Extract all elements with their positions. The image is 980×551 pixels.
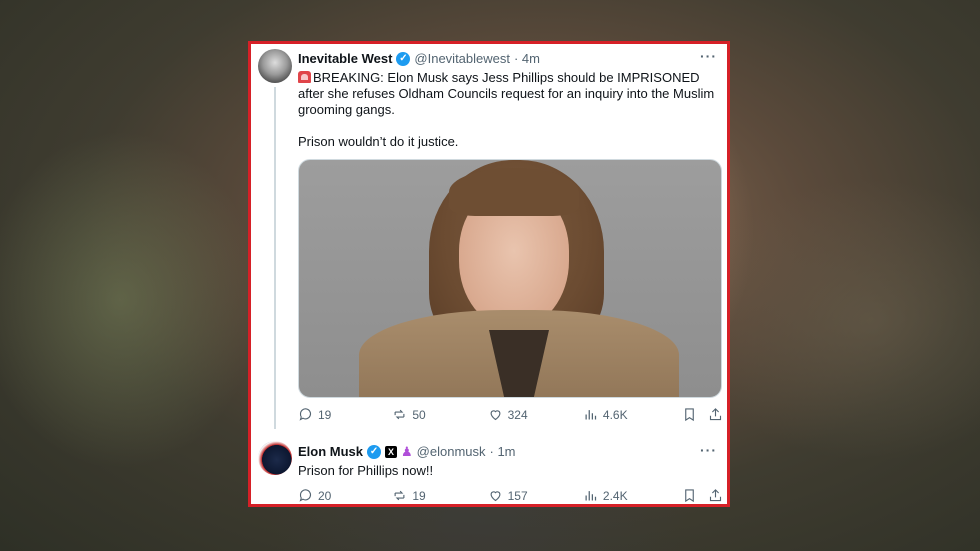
- like-icon: [490, 491, 501, 502]
- tweet1-actions: 19 50 324 4.6K: [298, 407, 723, 422]
- elon-musk-avatar[interactable]: [258, 441, 292, 475]
- views-icon: [585, 491, 597, 501]
- tweet1-header: Inevitable West ✓ @Inevitablewest · 4m: [298, 51, 540, 66]
- reply-button[interactable]: 20: [298, 488, 392, 503]
- share-icon: [709, 408, 722, 421]
- reply-count: 20: [318, 488, 332, 503]
- bookmark-button[interactable]: [682, 407, 708, 422]
- like-button[interactable]: 324: [488, 407, 583, 422]
- inevitable-west-avatar[interactable]: [258, 49, 292, 83]
- tweet2-timestamp[interactable]: · 1m: [490, 444, 516, 459]
- repost-icon: [394, 409, 405, 420]
- like-button[interactable]: 157: [488, 488, 583, 503]
- share-icon: [709, 489, 722, 502]
- tweet2-header: Elon Musk ✓ X ♟ @elonmusk · 1m: [298, 444, 516, 459]
- verified-icon: ✓: [396, 51, 411, 66]
- tweet1-text-main: BREAKING: Elon Musk says Jess Phillips s…: [298, 70, 715, 117]
- tweet-screenshot-card: Inevitable West ✓ @Inevitablewest · 4m ·…: [248, 41, 730, 507]
- views-button[interactable]: 4.6K: [583, 407, 682, 422]
- share-button[interactable]: [708, 407, 723, 422]
- repost-count: 50: [412, 407, 426, 422]
- views-button[interactable]: 2.4K: [583, 488, 682, 503]
- tweet1-photo[interactable]: [298, 159, 722, 398]
- thread-line: [274, 87, 276, 429]
- views-icon: [585, 410, 597, 420]
- views-count: 4.6K: [602, 407, 628, 422]
- views-count: 2.4K: [602, 488, 628, 503]
- bookmark-icon: [685, 489, 694, 503]
- more-icon[interactable]: ···: [700, 48, 717, 64]
- bookmark-icon: [685, 408, 694, 422]
- verified-icon: ✓: [367, 444, 382, 459]
- photo-fringe: [449, 168, 579, 216]
- reply-icon: [299, 489, 312, 502]
- tweet1-text-second: Prison wouldn’t do it justice.: [298, 134, 459, 149]
- reply-icon: [299, 408, 312, 421]
- more-icon[interactable]: ···: [700, 442, 717, 458]
- tweet1-text: BREAKING: Elon Musk says Jess Phillips s…: [298, 70, 718, 118]
- tweet2-actions: 20 19 157 2.4K: [298, 488, 723, 503]
- repost-button[interactable]: 50: [392, 407, 487, 422]
- like-icon: [490, 410, 501, 421]
- tweet2-handle[interactable]: @elonmusk: [417, 444, 486, 459]
- x-logo-icon: X: [385, 445, 398, 458]
- like-count: 157: [507, 488, 528, 503]
- tweet2-text: Prison for Phillips now!!: [298, 463, 434, 478]
- tweet1-handle[interactable]: @Inevitablewest: [414, 51, 510, 66]
- person-badge-icon: ♟: [401, 443, 413, 459]
- repost-icon: [394, 490, 405, 501]
- like-count: 324: [507, 407, 528, 422]
- tweet1-timestamp[interactable]: · 4m: [514, 51, 540, 66]
- bookmark-button[interactable]: [682, 488, 708, 503]
- share-button[interactable]: [708, 488, 723, 503]
- siren-icon: [298, 71, 311, 83]
- repost-count: 19: [412, 488, 426, 503]
- tweet2-author-name[interactable]: Elon Musk: [298, 444, 363, 459]
- reply-count: 19: [318, 407, 332, 422]
- repost-button[interactable]: 19: [392, 488, 487, 503]
- reply-button[interactable]: 19: [298, 407, 392, 422]
- tweet1-author-name[interactable]: Inevitable West: [298, 51, 392, 66]
